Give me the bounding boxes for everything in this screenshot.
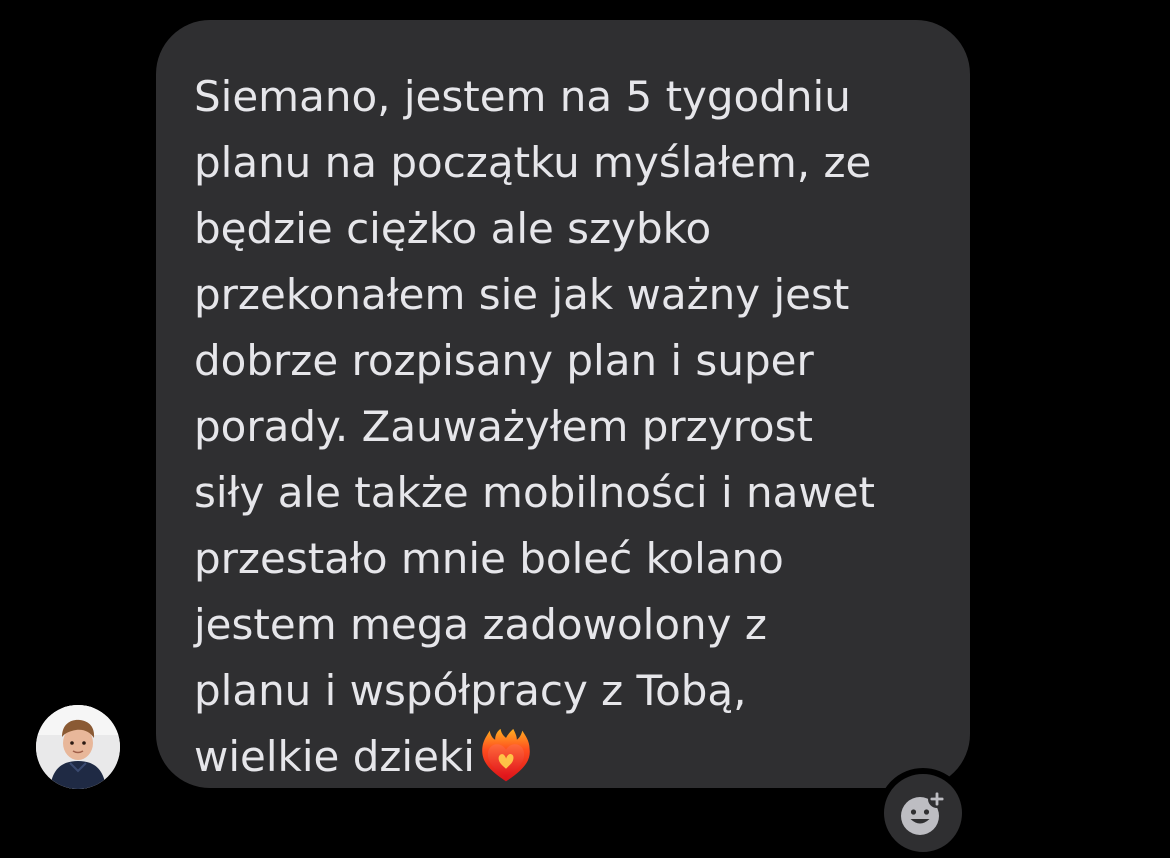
message-text: Siemano, jestem na 5 tygodniu planu na p… xyxy=(194,64,930,790)
add-reaction-icon xyxy=(901,790,946,835)
message-line: planu na początku myślałem, ze xyxy=(194,138,872,187)
message-line: Siemano, jestem na 5 tygodniu xyxy=(194,72,851,121)
message-line: przekonałem sie jak ważny jest xyxy=(194,270,850,319)
message-line: jestem mega zadowolony z xyxy=(194,600,767,649)
avatar[interactable] xyxy=(36,705,120,789)
message-bubble[interactable]: Siemano, jestem na 5 tygodniu planu na p… xyxy=(156,20,970,788)
message-line-last: wielkie dzieki xyxy=(194,724,930,790)
message-line-last-text: wielkie dzieki xyxy=(194,732,475,781)
message-line: planu i współpracy z Tobą, xyxy=(194,666,747,715)
message-line: przestało mnie boleć kolano xyxy=(194,534,784,583)
avatar-image xyxy=(36,705,120,789)
message-line: siły ale także mobilności i nawet xyxy=(194,468,876,517)
message-line: dobrze rozpisany plan i super xyxy=(194,336,814,385)
message-line: będzie ciężko ale szybko xyxy=(194,204,712,253)
add-reaction-button[interactable] xyxy=(878,768,968,858)
message-line: porady. Zauważyłem przyrost xyxy=(194,402,813,451)
heart-on-fire-icon xyxy=(482,728,530,782)
